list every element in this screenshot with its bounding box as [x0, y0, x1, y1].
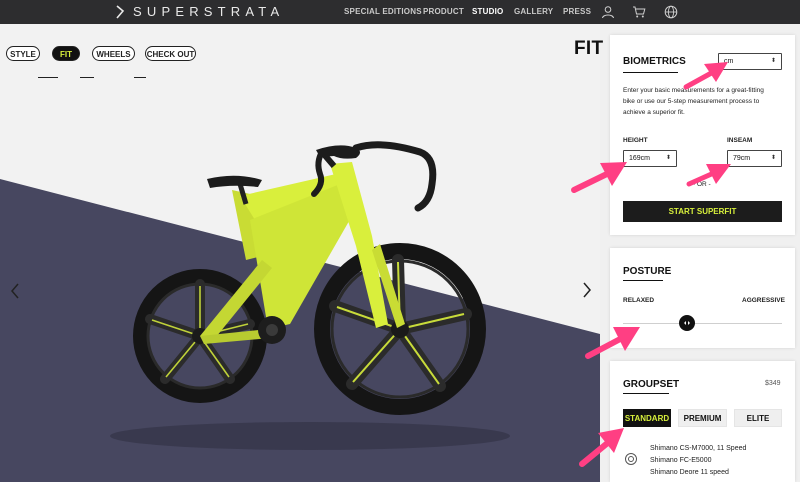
annotation-arrow-groupset — [579, 438, 613, 467]
annotation-arrow-posture — [585, 334, 627, 359]
annotation-arrow-height — [571, 169, 614, 193]
annotation-arrows-layer — [571, 62, 731, 467]
